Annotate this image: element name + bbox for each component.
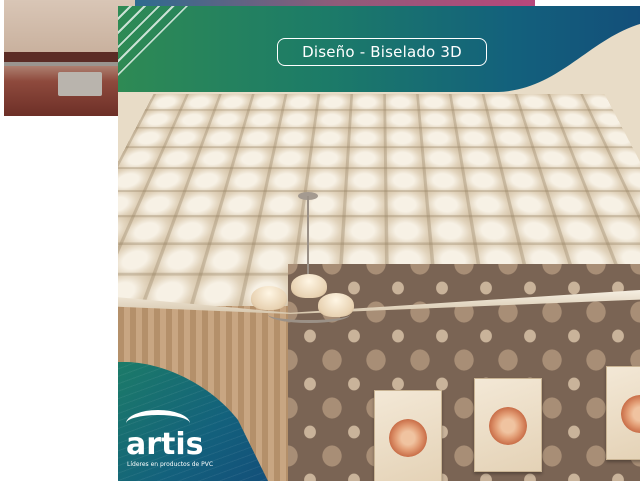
lamp-shade: [251, 286, 287, 310]
wall-art-panel: [606, 366, 640, 460]
lamp-shade: [318, 293, 354, 317]
metal-bracket: [58, 72, 102, 96]
brand-tagline: Líderes en productos de PVC: [127, 461, 213, 468]
brand-logo: artis: [126, 430, 204, 460]
lamp-rod: [307, 196, 309, 282]
ceiling-beam: [4, 52, 135, 62]
background-photo: [4, 0, 135, 116]
flower-art: [489, 407, 527, 445]
flower-art: [621, 395, 640, 433]
wall-art-panel: [374, 390, 442, 481]
flower-art: [389, 419, 427, 457]
design-title-badge: Diseño - Biselado 3D: [277, 38, 487, 66]
curtain-rod: [4, 62, 135, 66]
product-card: Diseño - Biselado 3D artis Líderes en pr…: [118, 6, 640, 481]
wall-art-panel: [474, 378, 542, 472]
lamp-shade: [291, 274, 327, 298]
